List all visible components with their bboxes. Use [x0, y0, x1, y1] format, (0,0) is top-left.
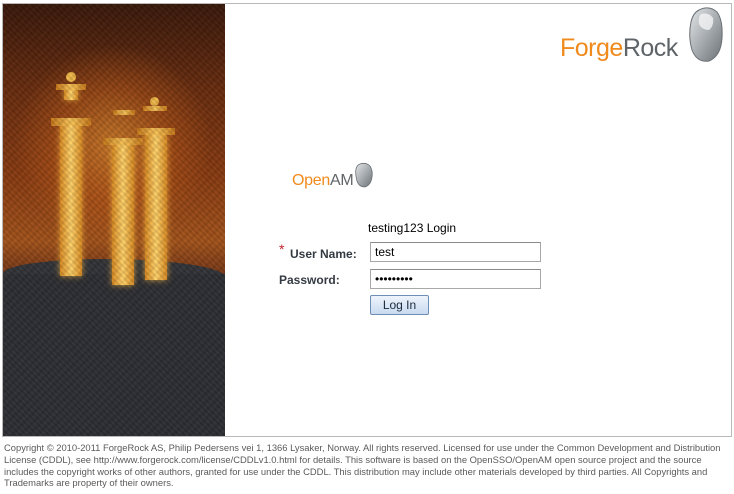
rock-icon: [689, 7, 723, 62]
openam-logo: OpenAM: [292, 162, 382, 192]
forgerock-logo: ForgeRock: [560, 6, 730, 68]
rock-icon: [355, 162, 373, 188]
artwork-texture: [3, 4, 225, 436]
forgerock-wordmark-forge: Forge: [560, 34, 623, 62]
user-name-input[interactable]: [370, 242, 541, 262]
user-name-label: User Name:: [290, 247, 357, 261]
password-input[interactable]: [370, 269, 541, 289]
login-frame: [2, 3, 732, 437]
log-in-button[interactable]: Log In: [370, 295, 429, 315]
swords-artwork: [3, 4, 225, 436]
openam-wordmark: OpenAM: [292, 172, 354, 190]
openam-wordmark-open: Open: [292, 172, 330, 189]
login-title: testing123 Login: [368, 221, 457, 235]
forgerock-wordmark: ForgeRock: [560, 34, 678, 63]
password-label: Password:: [279, 273, 340, 287]
copyright-footer: Copyright © 2010-2011 ForgeRock AS, Phil…: [4, 442, 721, 489]
required-marker: *: [279, 241, 285, 257]
forgerock-wordmark-rock: Rock: [622, 34, 678, 62]
openam-wordmark-am: AM: [329, 172, 354, 189]
